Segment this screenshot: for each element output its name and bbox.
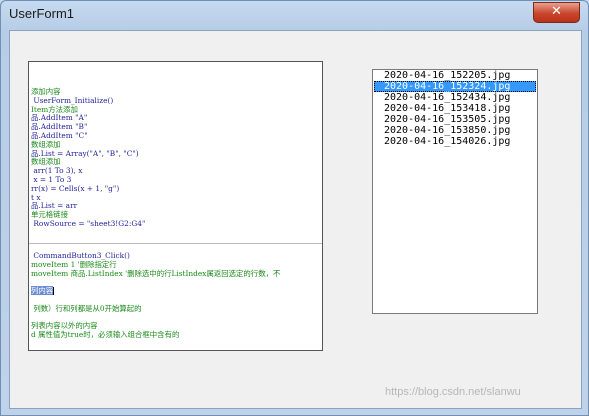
- image-code-text-bottom: CommandButton3_Click() moveItem 1 '删除指定行 m…: [31, 251, 322, 340]
- image-control: 添加内容 UserForm_Initialize() Item方法添加 品.AddI…: [28, 61, 323, 351]
- code-line: 列内容: [31, 286, 322, 296]
- image-divider: [29, 243, 322, 244]
- close-button[interactable]: ✕: [533, 2, 580, 23]
- listbox-item[interactable]: 2020-04-16_153850.jpg: [373, 125, 537, 136]
- code-line: d 属性值为true时，必须输入组合框中含有的: [31, 330, 180, 340]
- listbox-item[interactable]: 2020-04-16_154026.jpg: [373, 136, 537, 147]
- code-line: moveItem 商品.ListIndex '删除选中的行ListIndex属返…: [31, 268, 281, 278]
- text-cursor: [53, 287, 55, 296]
- listbox-item[interactable]: 2020-04-16_152205.jpg: [373, 70, 537, 81]
- title-bar[interactable]: UserForm1 ✕: [1, 1, 588, 27]
- code-line: 品.AddItem "C": [31, 130, 88, 140]
- window-title: UserForm1: [9, 6, 75, 21]
- file-listbox[interactable]: 2020-04-16_152205.jpg 2020-04-16_152324.j…: [372, 69, 538, 314]
- listbox-item[interactable]: 2020-04-16_153505.jpg: [373, 114, 537, 125]
- code-line: rr(x) = Cells(x + 1, "g"): [31, 183, 120, 193]
- code-selection-highlight: 列内容: [31, 286, 54, 296]
- code-line: arr(1 To 3), x: [31, 166, 83, 176]
- listbox-item[interactable]: 2020-04-16_152434.jpg: [373, 92, 537, 103]
- code-line: 列数）行和列都是从0开始算起的: [31, 303, 142, 313]
- code-line: 品.List = arr: [31, 201, 78, 211]
- listbox-item[interactable]: 2020-04-16_153418.jpg: [373, 103, 537, 114]
- form-client-area: 添加内容 UserForm_Initialize() Item方法添加 品.AddI…: [9, 30, 582, 409]
- code-line: 品.List = Array("A", "B", "C"): [31, 148, 139, 158]
- listbox-item[interactable]: 2020-04-16_152324.jpg: [374, 81, 536, 92]
- code-line: RowSource = "sheet3!G2:G4": [31, 218, 146, 228]
- image-code-text-top: 添加内容 UserForm_Initialize() Item方法添加 品.AddI…: [31, 87, 322, 229]
- watermark-text: https://blog.csdn.net/slanwu: [385, 386, 521, 398]
- userform-window: UserForm1 ✕ 添加内容 UserForm_Initialize() It…: [0, 0, 589, 416]
